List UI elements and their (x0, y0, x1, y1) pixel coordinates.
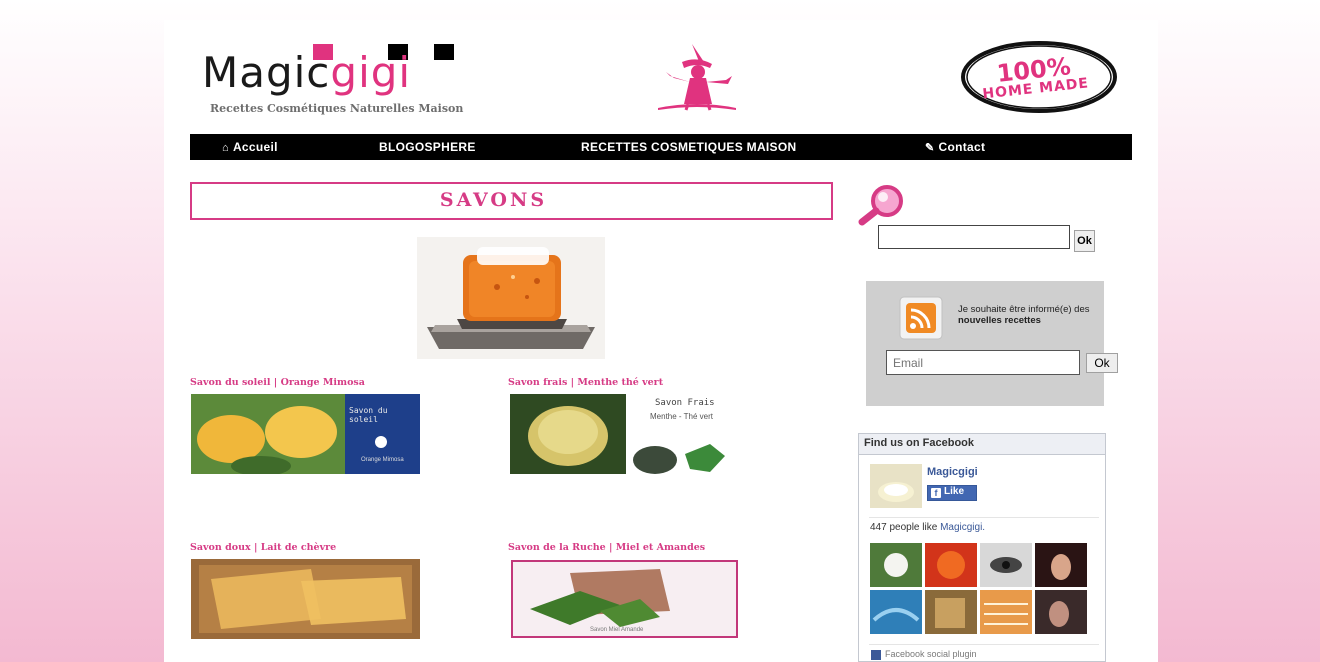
fan-avatar[interactable] (1035, 543, 1087, 587)
nav-item-accueil[interactable]: ⌂ Accueil (222, 140, 278, 154)
thumb-caption: Savon Frais (655, 398, 715, 408)
page-title-box: SAVONS (190, 182, 833, 220)
facebook-logo-icon (871, 649, 881, 660)
fan-avatar[interactable] (1035, 590, 1087, 634)
facebook-plugin-footer: Facebook social plugin (871, 649, 977, 660)
fan-avatar[interactable] (870, 543, 922, 587)
facebook-like-button[interactable]: f Like (927, 485, 977, 501)
facebook-f-icon: f (931, 488, 941, 498)
thumb-subcaption: Menthe - Thé vert (650, 412, 713, 421)
site-tagline: Recettes Cosmétiques Naturelles Maison (210, 102, 464, 115)
fan-avatar[interactable] (980, 543, 1032, 587)
newsletter-text: Je souhaite être informé(e) des nouvelle… (958, 304, 1090, 326)
post-thumb-savon-ruche[interactable]: Savon Miel Amande (510, 559, 739, 639)
main-nav: ⌂ Accueil BLOGOSPHERE RECETTES COSMETIQUE… (190, 134, 1132, 160)
post-link-savon-frais[interactable]: Savon frais | Menthe thé vert (508, 377, 663, 388)
facebook-page-avatar[interactable] (870, 464, 922, 508)
fan-avatar[interactable] (925, 590, 977, 634)
search-input[interactable] (878, 225, 1070, 249)
thumb-caption: Savon Miel Amande (590, 627, 644, 633)
post-link-savon-ruche[interactable]: Savon de la Ruche | Miel et Amandes (508, 542, 705, 553)
fan-avatar[interactable] (870, 590, 922, 634)
facebook-page-link[interactable]: Magicgigi. (940, 522, 985, 533)
post-thumb-savon-soleil[interactable]: Savon du soleil Orange Mimosa (191, 394, 420, 474)
thumb-caption: Savon du soleil (349, 406, 388, 424)
page-container: Magicgigi Recettes Cosmétiques Naturelle… (164, 20, 1158, 662)
fan-avatar[interactable] (980, 590, 1032, 634)
newsletter-ok-button[interactable]: Ok (1086, 353, 1118, 373)
witch-logo-icon (658, 44, 736, 111)
home-icon: ⌂ (222, 142, 229, 154)
nav-item-blogosphere[interactable]: BLOGOSPHERE (379, 140, 476, 154)
email-field[interactable] (886, 350, 1080, 375)
thumb-subcaption: Orange Mimosa (361, 457, 404, 463)
rss-icon (899, 296, 943, 340)
post-link-savon-doux[interactable]: Savon doux | Lait de chèvre (190, 542, 336, 553)
fan-avatar[interactable] (925, 543, 977, 587)
newsletter-box: Je souhaite être informé(e) des nouvelle… (866, 281, 1118, 406)
hero-soap-image (417, 237, 605, 359)
post-thumb-savon-frais[interactable]: Savon Frais Menthe - Thé vert (510, 394, 738, 474)
logo-wordmark: Magicgigi (202, 48, 412, 97)
page-title: SAVONS (439, 189, 548, 211)
nav-item-recettes[interactable]: RECETTES COSMETIQUES MAISON (581, 140, 796, 154)
nav-item-contact[interactable]: ✎ Contact (925, 140, 985, 154)
pencil-icon: ✎ (925, 142, 935, 154)
facebook-like-count: 447 people like Magicgigi. (870, 522, 986, 533)
divider (869, 644, 1099, 645)
facebook-page-name[interactable]: Magicgigi (927, 466, 978, 478)
search-ok-button[interactable]: Ok (1074, 230, 1095, 252)
magnifier-icon (858, 185, 903, 226)
facebook-widget-header: Find us on Facebook (859, 434, 1105, 455)
post-thumb-savon-doux[interactable] (191, 559, 420, 639)
site-logo[interactable]: Magicgigi Recettes Cosmétiques Naturelle… (202, 42, 464, 122)
post-link-savon-soleil[interactable]: Savon du soleil | Orange Mimosa (190, 377, 365, 388)
home-made-badge: 100% HOME MADE (959, 40, 1119, 114)
facebook-widget: Find us on Facebook Magicgigi f Like 447 … (858, 433, 1106, 662)
divider (869, 517, 1099, 518)
